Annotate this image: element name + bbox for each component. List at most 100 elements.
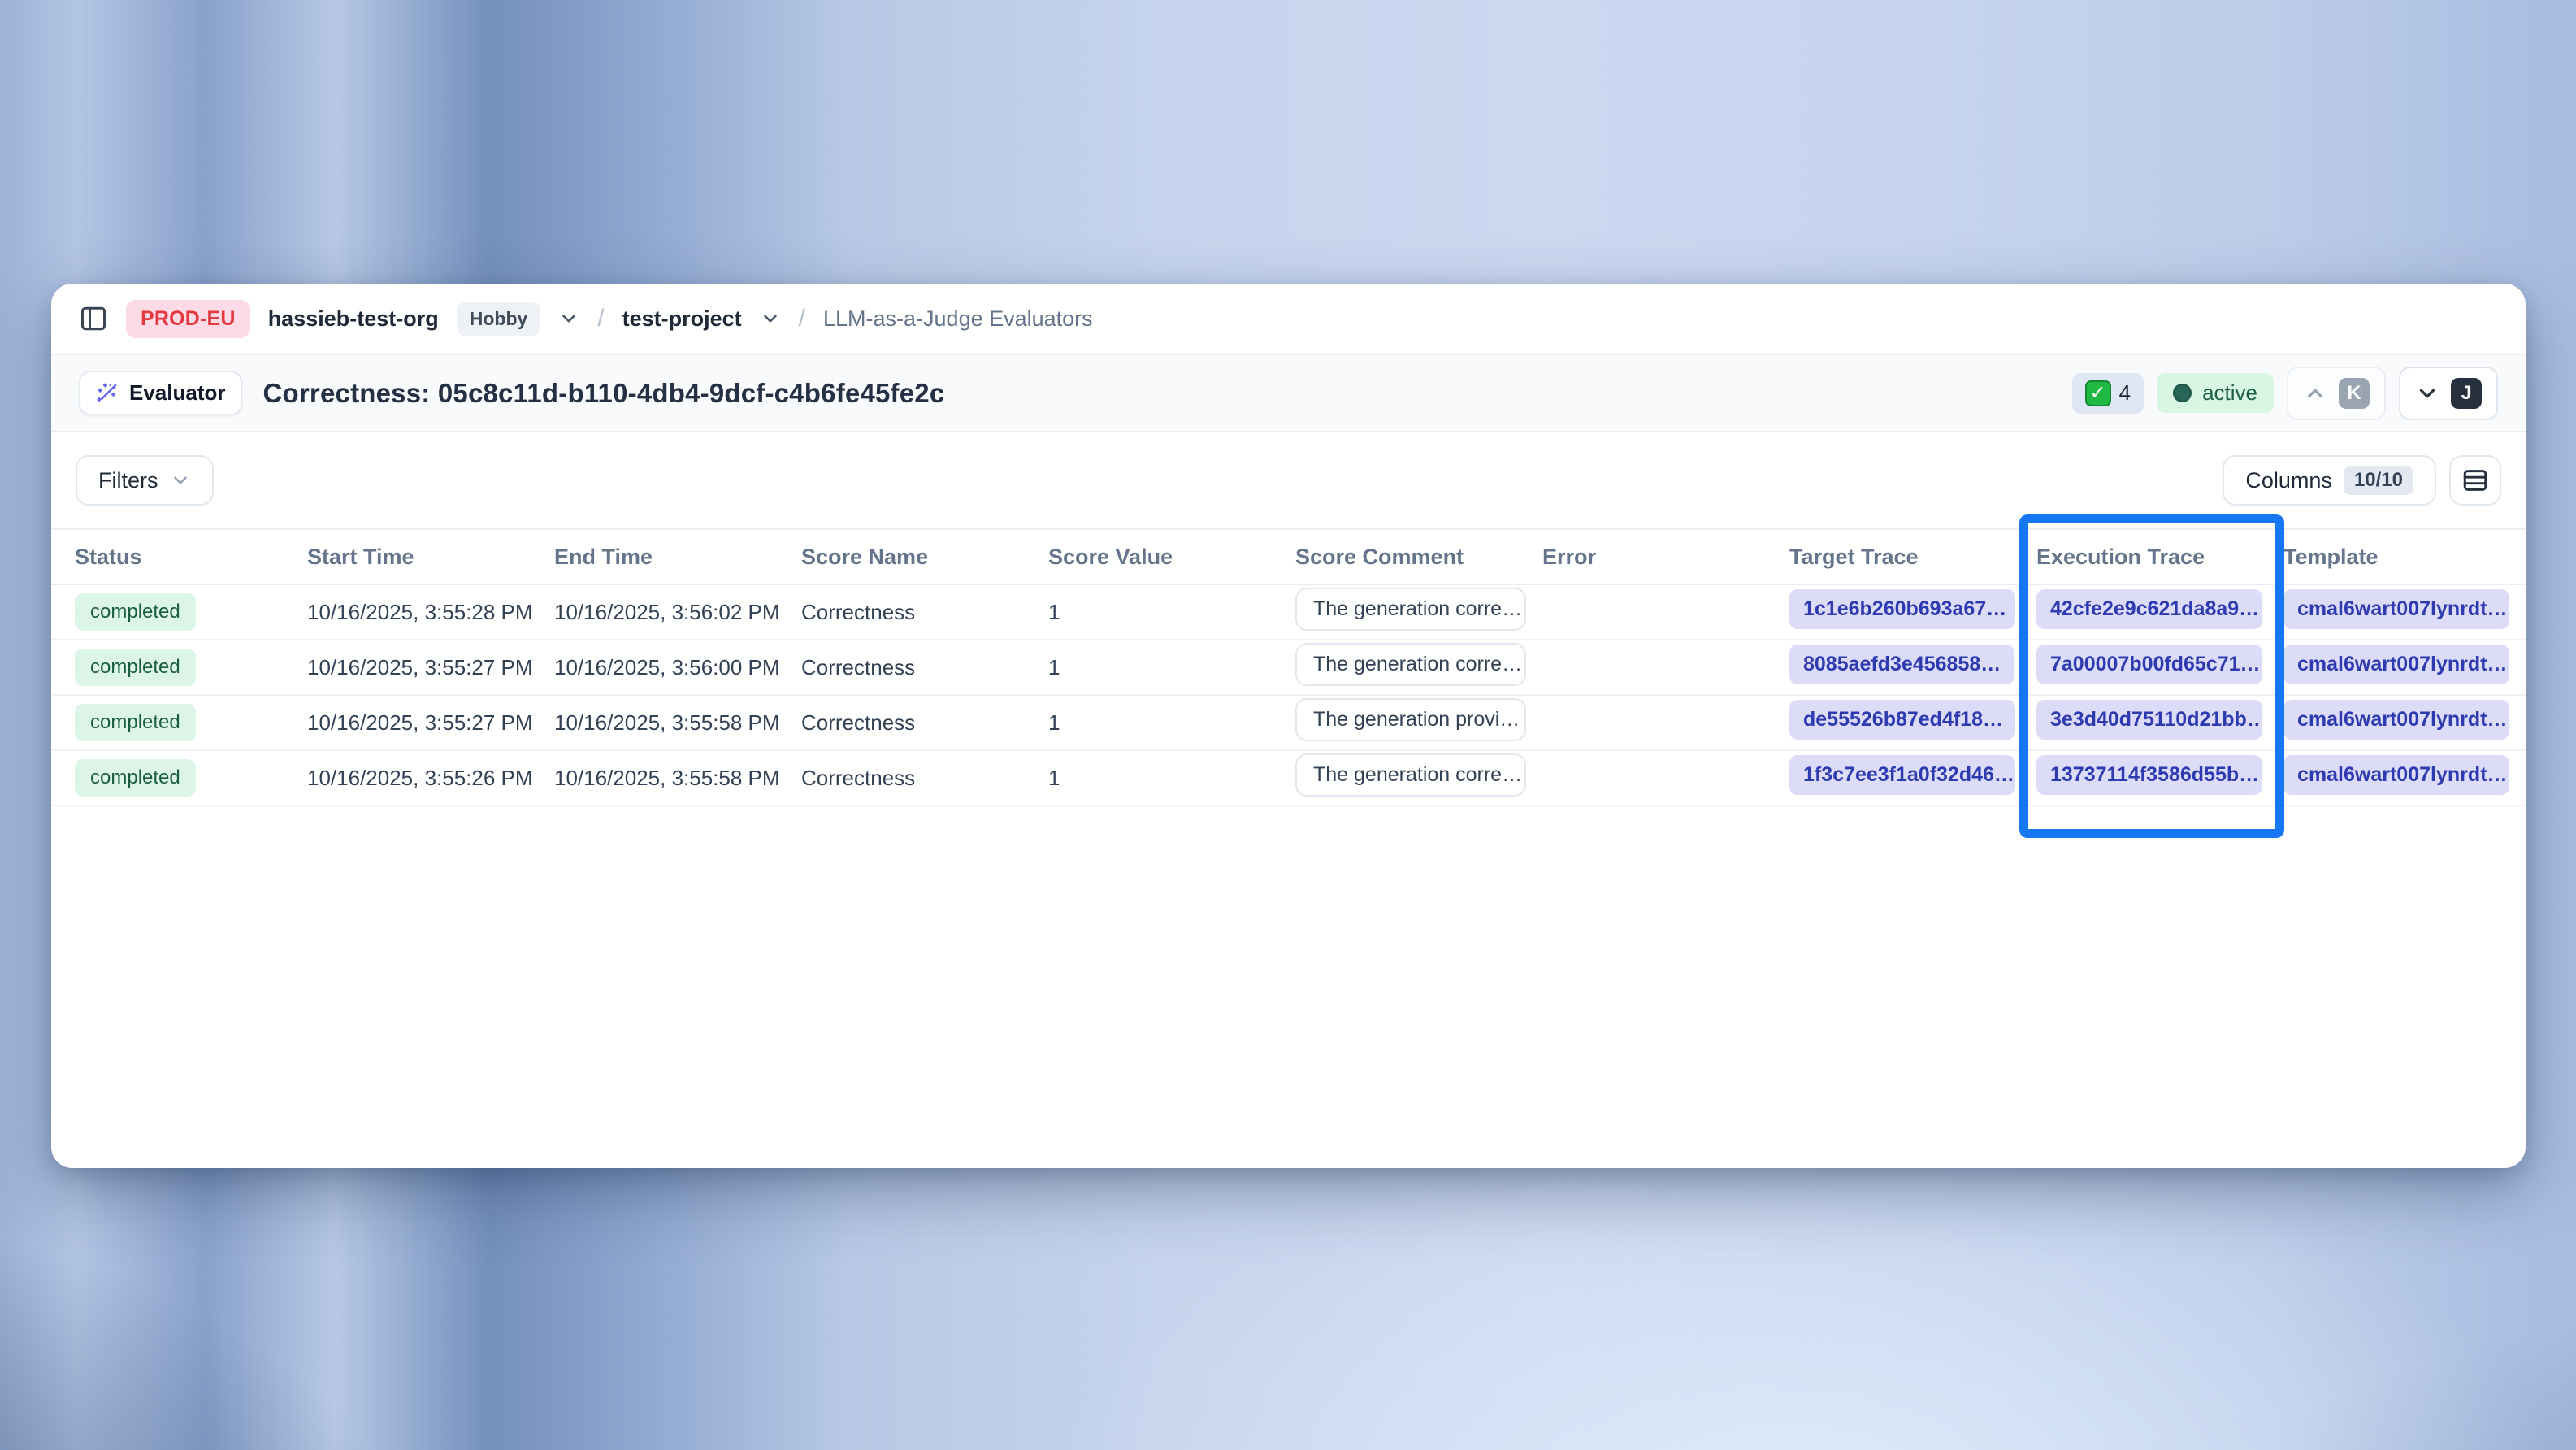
previous-record-button[interactable]: K: [2287, 367, 2386, 420]
column-header-score-value[interactable]: Score Value: [1048, 545, 1295, 570]
cell-status: completed: [75, 704, 307, 741]
keyboard-shortcut-j: J: [2451, 378, 2482, 409]
environment-badge: PROD-EU: [126, 300, 250, 338]
cell-score-comment: The generation corre…: [1295, 753, 1542, 802]
breadcrumb-org[interactable]: hassieb-test-org: [268, 306, 439, 332]
target-trace-link[interactable]: 8085aefd3e456858…: [1789, 645, 2014, 684]
column-header-score-comment[interactable]: Score Comment: [1295, 545, 1542, 570]
table-row[interactable]: completed 10/16/2025, 3:55:27 PM10/16/202…: [51, 696, 2526, 751]
column-header-score-name[interactable]: Score Name: [801, 545, 1048, 570]
cell-execution-trace: 13737114f3586d55b…: [2036, 755, 2283, 801]
row-height-button[interactable]: [2449, 455, 2501, 506]
evaluator-header: Evaluator Correctness: 05c8c11d-b110-4db…: [51, 355, 2526, 432]
cell-status: completed: [75, 593, 307, 631]
cell-end-time: 10/16/2025, 3:55:58 PM: [554, 766, 801, 791]
column-header-error[interactable]: Error: [1542, 545, 1789, 570]
execution-trace-link[interactable]: 42cfe2e9c621da8a9…: [2036, 589, 2262, 629]
score-comment-pill[interactable]: The generation corre…: [1295, 753, 1526, 797]
cell-template: cmal6wart007lynrdt…: [2283, 645, 2526, 690]
plan-badge: Hobby: [457, 302, 541, 336]
columns-button[interactable]: Columns 10/10: [2223, 455, 2436, 506]
chevron-up-icon: [2303, 381, 2327, 406]
cell-target-trace: 1c1e6b260b693a67…: [1789, 589, 2036, 635]
filters-chevron-down-icon: [170, 470, 191, 491]
template-link[interactable]: cmal6wart007lynrdt…: [2283, 700, 2509, 740]
target-trace-link[interactable]: 1c1e6b260b693a67…: [1789, 589, 2015, 629]
table-row[interactable]: completed 10/16/2025, 3:55:28 PM10/16/202…: [51, 585, 2526, 640]
breadcrumb-separator: /: [799, 305, 805, 332]
execution-trace-link[interactable]: 13737114f3586d55b…: [2036, 755, 2262, 795]
status-completed-badge: completed: [75, 759, 196, 797]
table-toolbar: Filters Columns 10/10: [51, 432, 2526, 528]
org-chevron-down-icon[interactable]: [558, 308, 579, 329]
breadcrumb-project[interactable]: test-project: [622, 306, 742, 332]
columns-label: Columns: [2245, 468, 2332, 493]
cell-target-trace: 8085aefd3e456858…: [1789, 645, 2036, 690]
cell-score-name: Correctness: [801, 600, 1048, 625]
template-link[interactable]: cmal6wart007lynrdt…: [2283, 755, 2509, 795]
cell-target-trace: de55526b87ed4f18…: [1789, 700, 2036, 745]
cell-end-time: 10/16/2025, 3:56:00 PM: [554, 655, 801, 680]
table-rows-icon: [2461, 467, 2489, 494]
cell-end-time: 10/16/2025, 3:55:58 PM: [554, 710, 801, 736]
breadcrumb-page: LLM-as-a-Judge Evaluators: [823, 306, 1093, 332]
template-link[interactable]: cmal6wart007lynrdt…: [2283, 589, 2509, 629]
column-header-target-trace[interactable]: Target Trace: [1789, 545, 2036, 570]
filters-button[interactable]: Filters: [76, 455, 214, 506]
cell-start-time: 10/16/2025, 3:55:27 PM: [307, 655, 554, 680]
cell-status: completed: [75, 759, 307, 797]
target-trace-link[interactable]: de55526b87ed4f18…: [1789, 700, 2015, 740]
status-label: active: [2202, 380, 2257, 406]
panel-left-icon: [79, 304, 108, 333]
execution-trace-link[interactable]: 3e3d40d75110d21bb…: [2036, 700, 2262, 740]
table-row[interactable]: completed10/16/2025, 3:55:27 PM10/16/202…: [51, 640, 2526, 696]
cell-template: cmal6wart007lynrdt…: [2283, 755, 2526, 801]
status-badge: active: [2157, 373, 2274, 413]
column-header-execution-trace[interactable]: Execution Trace: [2036, 545, 2283, 570]
status-dot-icon: [2173, 384, 2192, 402]
cell-score-name: Correctness: [801, 710, 1048, 736]
template-link[interactable]: cmal6wart007lynrdt…: [2283, 645, 2509, 684]
cell-end-time: 10/16/2025, 3:56:02 PM: [554, 600, 801, 625]
evaluator-type-badge: Evaluator: [79, 371, 242, 415]
filters-label: Filters: [98, 468, 158, 493]
score-comment-pill[interactable]: The generation provi…: [1295, 698, 1526, 741]
cell-score-value: 1: [1048, 710, 1295, 736]
evaluator-runs-table: StatusStart TimeEnd TimeScore NameScore …: [51, 528, 2526, 806]
cell-start-time: 10/16/2025, 3:55:28 PM: [307, 600, 554, 625]
cell-start-time: 10/16/2025, 3:55:27 PM: [307, 710, 554, 736]
keyboard-shortcut-k: K: [2339, 378, 2370, 409]
status-completed-badge: completed: [75, 704, 196, 741]
columns-count-badge: 10/10: [2344, 466, 2413, 495]
cell-template: cmal6wart007lynrdt…: [2283, 700, 2526, 745]
column-header-template[interactable]: Template: [2283, 545, 2526, 570]
execution-trace-link[interactable]: 7a00007b00fd65c71…: [2036, 645, 2262, 684]
score-comment-pill[interactable]: The generation corre…: [1295, 588, 1526, 631]
cell-execution-trace: 42cfe2e9c621da8a9…: [2036, 589, 2283, 635]
cell-score-comment: The generation corre…: [1295, 643, 1542, 692]
column-header-start-time[interactable]: Start Time: [307, 545, 554, 570]
cell-target-trace: 1f3c7ee3f1a0f32d46…: [1789, 755, 2036, 801]
wand-sparkles-icon: [95, 381, 119, 406]
table-row[interactable]: completed 10/16/2025, 3:55:26 PM10/16/202…: [51, 751, 2526, 806]
status-completed-badge: completed: [75, 593, 196, 631]
cell-execution-trace: 3e3d40d75110d21bb…: [2036, 700, 2283, 745]
column-header-status[interactable]: Status: [75, 545, 307, 570]
check-icon: ✓: [2085, 380, 2111, 406]
column-header-end-time[interactable]: End Time: [554, 545, 801, 570]
sidebar-toggle-button[interactable]: [79, 304, 108, 333]
table-header-row: StatusStart TimeEnd TimeScore NameScore …: [51, 530, 2526, 585]
next-record-button[interactable]: J: [2399, 367, 2498, 420]
cell-score-comment: The generation corre…: [1295, 588, 1542, 636]
cell-template: cmal6wart007lynrdt…: [2283, 589, 2526, 635]
breadcrumb: PROD-EU hassieb-test-org Hobby / test-pr…: [51, 284, 2526, 355]
result-count-badge: ✓ 4: [2072, 373, 2144, 414]
project-chevron-down-icon[interactable]: [760, 308, 781, 329]
score-comment-pill[interactable]: The generation corre…: [1295, 643, 1526, 686]
cell-score-value: 1: [1048, 600, 1295, 625]
result-count: 4: [2119, 380, 2131, 406]
page-title: Correctness: 05c8c11d-b110-4db4-9dcf-c4b…: [263, 378, 2051, 409]
target-trace-link[interactable]: 1f3c7ee3f1a0f32d46…: [1789, 755, 2015, 795]
evaluator-type-label: Evaluator: [129, 380, 226, 406]
cell-start-time: 10/16/2025, 3:55:26 PM: [307, 766, 554, 791]
